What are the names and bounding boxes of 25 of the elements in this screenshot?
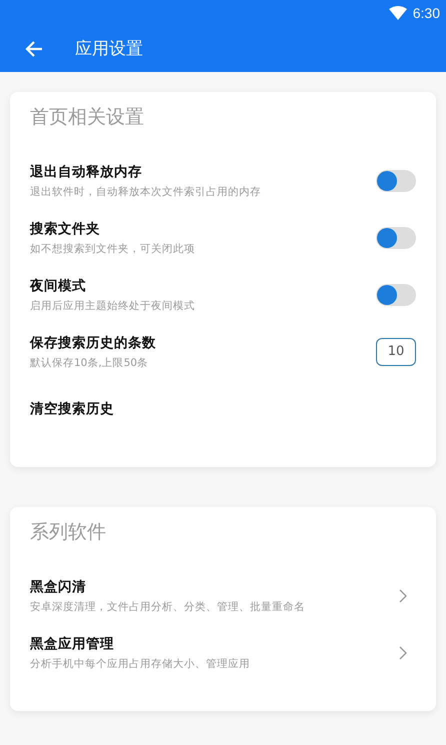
setting-description: 分析手机中每个应用占用存储大小、管理应用 (30, 656, 251, 670)
setting-description: 如不想搜索到文件夹，可关闭此项 (30, 242, 196, 256)
setting-description: 默认保存10条,上限50条 (30, 356, 150, 370)
toggle-switch[interactable] (376, 170, 416, 192)
setting-title[interactable]: 黑盒闪清 (30, 578, 398, 596)
section-title: 首页相关设置 (30, 105, 144, 130)
chevron-right-icon (398, 646, 408, 660)
setting-title: 保存搜索历史的条数 (30, 334, 157, 352)
app-bar-title: 应用设置 (75, 38, 143, 60)
chevron-right-icon (398, 588, 408, 602)
setting-title: 搜索文件夹 (30, 220, 101, 238)
status-time: 6:30 (412, 4, 440, 20)
count-input-field[interactable]: 10 (376, 338, 416, 366)
setting-description: 安卓深度清理，文件占用分析、分类、管理、批量重命名 (30, 600, 306, 614)
setting-title: 退出自动释放内存 (30, 162, 143, 180)
section-title: 系列软件 (30, 520, 106, 545)
setting-title[interactable]: 黑盒应用管理 (30, 634, 398, 652)
setting-description: 退出软件时，自动释放本次文件索引占用的内存 (30, 184, 262, 198)
wifi-icon (388, 6, 407, 20)
back-arrow-icon[interactable] (24, 38, 44, 58)
setting-title: 夜间模式 (30, 276, 87, 294)
setting-description: 启用后应用主题始终处于夜间模式 (30, 298, 196, 312)
toggle-switch[interactable] (376, 226, 416, 248)
toggle-switch[interactable] (376, 284, 416, 306)
setting-title[interactable]: 清空搜索历史 (30, 400, 416, 418)
